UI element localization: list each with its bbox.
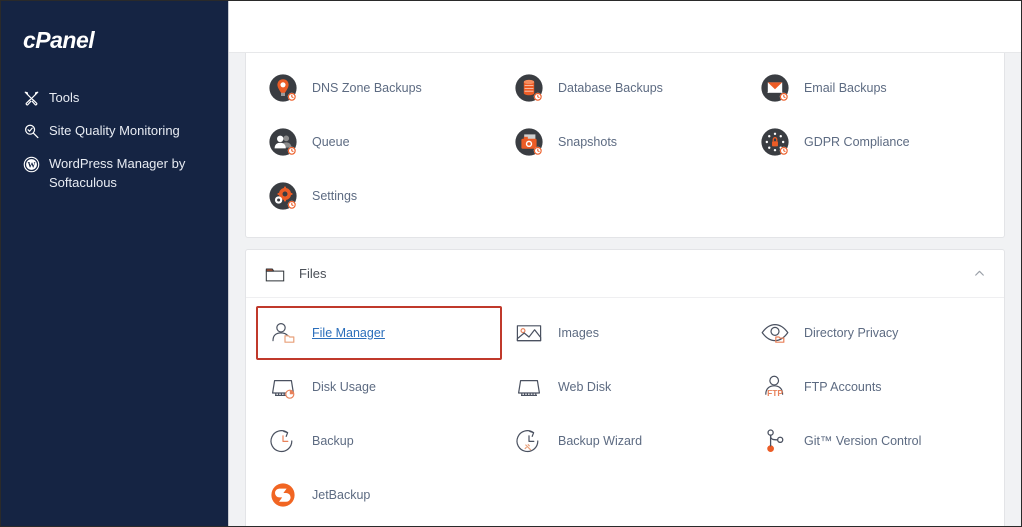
section-files: Files: [245, 249, 1005, 526]
section-backups-body: DNS Zone Backups: [246, 53, 1004, 237]
backup-wizard-icon: [512, 424, 546, 458]
tile-label: Database Backups: [558, 80, 663, 96]
tile-label: Git™ Version Control: [804, 433, 921, 449]
settings-icon: [266, 179, 300, 213]
queue-icon: [266, 125, 300, 159]
scroll-area[interactable]: DNS Zone Backups: [229, 53, 1021, 526]
jetbackup-icon: [266, 478, 300, 512]
tile-backup-wizard[interactable]: Backup Wizard: [502, 414, 748, 468]
section-files-body: File Manager Images: [246, 297, 1004, 526]
tile-label: Images: [558, 325, 599, 341]
tile-email-backups[interactable]: Email Backups: [748, 61, 994, 115]
svg-text:W: W: [27, 160, 35, 169]
tile-images[interactable]: Images: [502, 306, 748, 360]
tile-ftp-accounts[interactable]: FTP FTP Accounts: [748, 360, 994, 414]
cpanel-logo: cPanel: [1, 23, 228, 54]
tile-label: Backup Wizard: [558, 433, 642, 449]
sidebar-item-site-quality-monitoring[interactable]: Site Quality Monitoring: [1, 115, 228, 148]
email-backups-icon: [758, 71, 792, 105]
tile-label: Directory Privacy: [804, 325, 898, 341]
tile-label: Email Backups: [804, 80, 887, 96]
disk-usage-icon: [266, 370, 300, 404]
sidebar-item-wordpress-manager[interactable]: W WordPress Manager by Softaculous: [1, 148, 228, 200]
section-title: Files: [299, 266, 971, 281]
tile-grid: File Manager Images: [256, 306, 994, 522]
ftp-accounts-icon: FTP: [758, 370, 792, 404]
section-files-header[interactable]: Files: [246, 250, 1004, 297]
sidebar-nav: Tools Site Quality Monitoring: [1, 82, 228, 199]
tile-directory-privacy[interactable]: Directory Privacy: [748, 306, 994, 360]
dns-zone-backups-icon: [266, 71, 300, 105]
tile-database-backups[interactable]: Database Backups: [502, 61, 748, 115]
chevron-up-icon[interactable]: [971, 266, 987, 282]
sidebar-item-label: Tools: [49, 89, 212, 108]
tile-queue[interactable]: Queue: [256, 115, 502, 169]
database-backups-icon: [512, 71, 546, 105]
sidebar-item-label: WordPress Manager by Softaculous: [49, 155, 212, 193]
tile-label: Backup: [312, 433, 354, 449]
sidebar-item-label: Site Quality Monitoring: [49, 122, 212, 141]
tile-grid: DNS Zone Backups: [256, 61, 994, 223]
tools-icon: [23, 90, 40, 107]
section-backups: DNS Zone Backups: [245, 53, 1005, 238]
main-content: DNS Zone Backups: [228, 1, 1021, 526]
tile-disk-usage[interactable]: Disk Usage: [256, 360, 502, 414]
tile-jetbackup[interactable]: JetBackup: [256, 468, 502, 522]
web-disk-icon: [512, 370, 546, 404]
tile-gdpr-compliance[interactable]: GDPR Compliance: [748, 115, 994, 169]
tile-backup[interactable]: Backup: [256, 414, 502, 468]
tile-label: File Manager: [312, 325, 385, 341]
svg-text:FTP: FTP: [767, 388, 783, 398]
snapshots-icon: [512, 125, 546, 159]
gdpr-compliance-icon: [758, 125, 792, 159]
backup-icon: [266, 424, 300, 458]
tile-label: GDPR Compliance: [804, 134, 910, 150]
tile-dns-zone-backups[interactable]: DNS Zone Backups: [256, 61, 502, 115]
magnifier-check-icon: [23, 123, 40, 140]
tile-label: DNS Zone Backups: [312, 80, 422, 96]
sidebar: cPanel Tools: [1, 1, 228, 526]
vertical-scrollbar[interactable]: [1013, 1, 1021, 526]
tile-snapshots[interactable]: Snapshots: [502, 115, 748, 169]
tile-label: Web Disk: [558, 379, 611, 395]
images-icon: [512, 316, 546, 350]
tile-label: FTP Accounts: [804, 379, 882, 395]
directory-privacy-icon: [758, 316, 792, 350]
git-version-control-icon: [758, 424, 792, 458]
tile-file-manager[interactable]: File Manager: [256, 306, 502, 360]
wordpress-icon: W: [23, 156, 40, 173]
sidebar-item-tools[interactable]: Tools: [1, 82, 228, 115]
tile-git-version-control[interactable]: Git™ Version Control: [748, 414, 994, 468]
top-bar: [229, 1, 1021, 53]
tile-settings[interactable]: Settings: [256, 169, 502, 223]
tile-label: Settings: [312, 188, 357, 204]
cpanel-window: cPanel Tools: [0, 0, 1022, 527]
tile-label: Disk Usage: [312, 379, 376, 395]
tile-label: Snapshots: [558, 134, 617, 150]
file-manager-icon: [266, 316, 300, 350]
tile-label: JetBackup: [312, 487, 370, 503]
tile-label: Queue: [312, 134, 350, 150]
tile-web-disk[interactable]: Web Disk: [502, 360, 748, 414]
folder-icon: [263, 262, 287, 286]
